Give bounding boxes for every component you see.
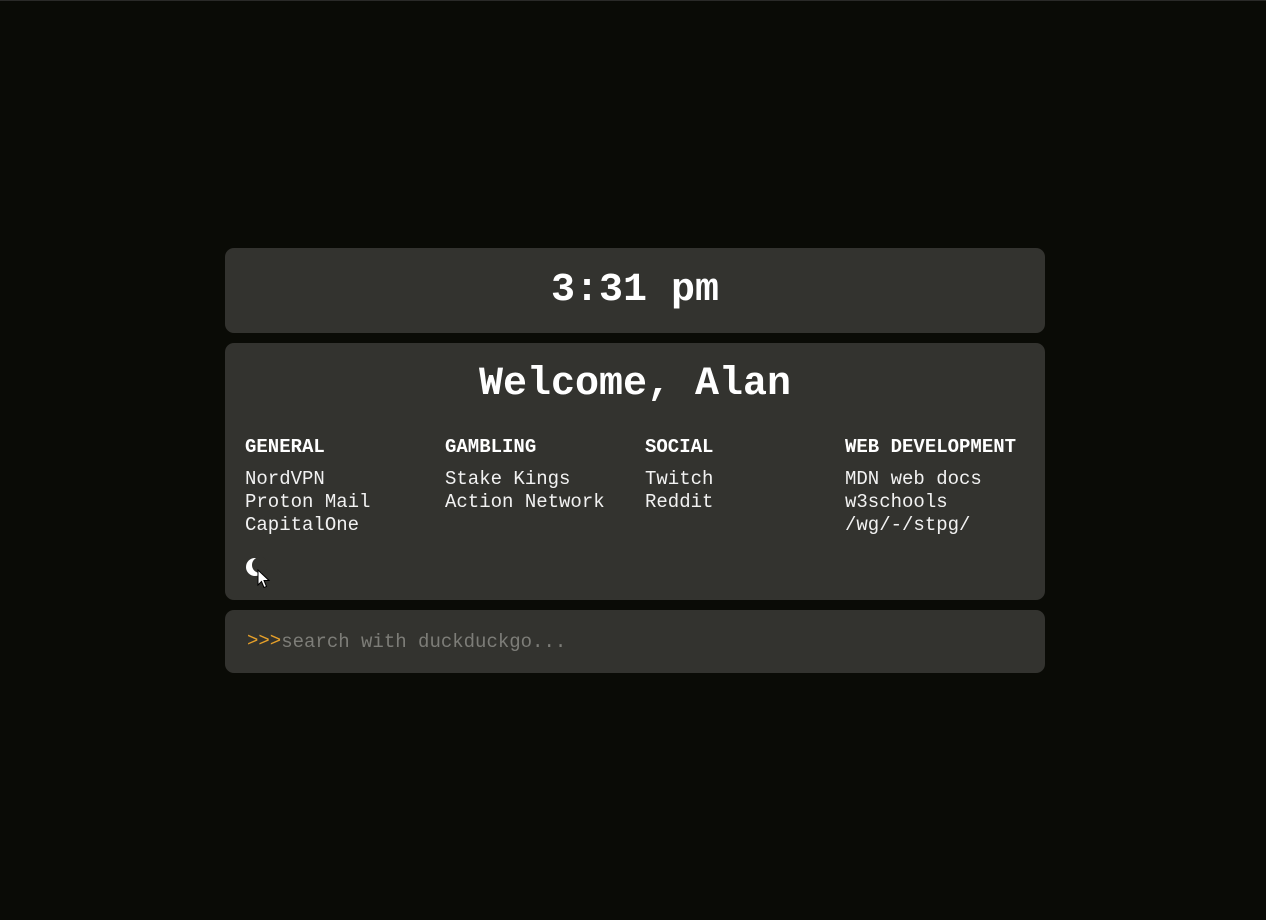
welcome-heading: Welcome, Alan xyxy=(478,362,792,407)
category-title: WEB DEVELOPMENT xyxy=(845,436,1017,458)
category-title: GAMBLING xyxy=(445,436,537,458)
link-action-network[interactable]: Action Network xyxy=(445,491,645,514)
category-web-development: WEB DEVELOPMENT MDN web docs w3schools /… xyxy=(845,436,1045,537)
link-nordvpn[interactable]: NordVPN xyxy=(245,468,445,491)
link-capitalone[interactable]: CapitalOne xyxy=(245,514,445,537)
link-reddit[interactable]: Reddit xyxy=(645,491,845,514)
welcome-panel: Welcome, Alan GENERAL NordVPN Proton Mai… xyxy=(225,343,1045,600)
search-input[interactable] xyxy=(281,630,1022,653)
clock-time: 3:31 pm xyxy=(550,268,720,313)
link-mdn-web-docs[interactable]: MDN web docs xyxy=(845,468,1045,491)
link-proton-mail[interactable]: Proton Mail xyxy=(245,491,445,514)
category-social: SOCIAL Twitch Reddit xyxy=(645,436,845,537)
mouse-cursor-icon xyxy=(257,569,271,589)
link-stake-kings[interactable]: Stake Kings xyxy=(445,468,645,491)
category-title: GENERAL xyxy=(245,436,325,458)
category-gambling: GAMBLING Stake Kings Action Network xyxy=(445,436,645,537)
search-panel: >>> xyxy=(225,610,1045,673)
link-wg-stpg[interactable]: /wg/-/stpg/ xyxy=(845,514,1045,537)
category-general: GENERAL NordVPN Proton Mail CapitalOne xyxy=(245,436,445,537)
search-prompt: >>> xyxy=(247,630,282,652)
link-w3schools[interactable]: w3schools xyxy=(845,491,1045,514)
bookmark-categories: GENERAL NordVPN Proton Mail CapitalOne G… xyxy=(245,436,1045,537)
link-twitch[interactable]: Twitch xyxy=(645,468,845,491)
clock-panel: 3:31 pm xyxy=(225,248,1045,333)
category-title: SOCIAL xyxy=(645,436,714,458)
